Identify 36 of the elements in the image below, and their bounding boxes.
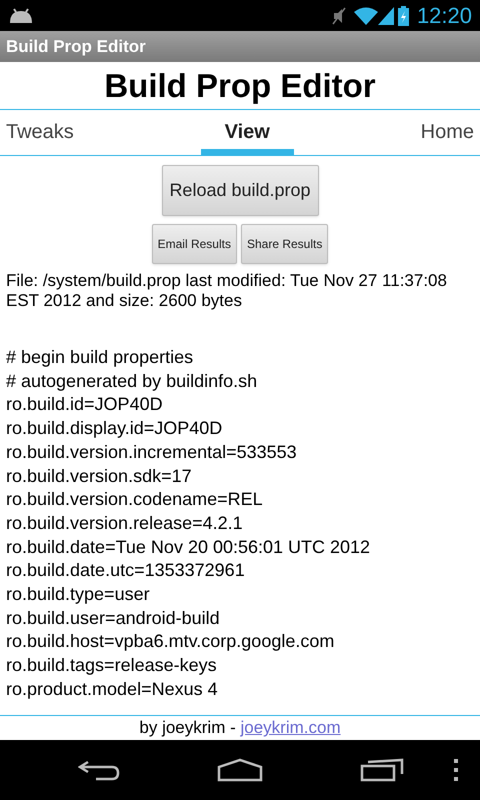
- back-icon[interactable]: [78, 759, 122, 781]
- app-title: Build Prop Editor: [6, 36, 146, 58]
- signal-icon: [378, 6, 394, 24]
- file-info-text: File: /system/build.prop last modified: Tue Nov 27 11:37:08 EST 2012 and size: 2600 bytes: [5, 271, 448, 311]
- property-line: ro.product.model=Nexus 4: [6, 678, 219, 701]
- property-line: ro.build.version.incremental=533553: [6, 440, 298, 464]
- header-title: Build Prop Editor: [104, 66, 376, 106]
- property-line: ro.build.host=vpba6.mtv.corp.google.com: [6, 630, 336, 654]
- home-icon[interactable]: [217, 758, 263, 782]
- property-line: ro.build.version.sdk=17: [6, 464, 193, 488]
- share-results-button[interactable]: Share Results: [240, 224, 328, 264]
- clock-time: 12:20: [416, 2, 472, 30]
- tab[interactable]: View: [200, 110, 294, 155]
- property-line: ro.build.id=JOP40D: [6, 393, 164, 416]
- tab[interactable]: Home: [414, 110, 480, 155]
- email-results-button[interactable]: Email Results: [152, 224, 237, 264]
- android-icon: [8, 8, 34, 24]
- property-line: ro.build.date=Tue Nov 20 00:56:01 UTC 2012: [6, 536, 372, 559]
- property-line: ro.build.type=user: [6, 583, 151, 606]
- reload-button[interactable]: Reload build.prop: [162, 165, 318, 216]
- property-line: ro.build.user=android-build: [6, 606, 221, 630]
- tab[interactable]: Tweaks: [0, 110, 80, 155]
- footer-text: by joeykrim - joeykrim.com: [139, 717, 341, 740]
- property-line: ro.build.date.utc=1353372961: [6, 559, 246, 582]
- property-line: ro.build.display.id=JOP40D: [6, 417, 224, 440]
- mute-icon: [332, 6, 346, 26]
- property-line: ro.build.version.release=4.2.1: [6, 512, 244, 535]
- property-line: # autogenerated by buildinfo.sh: [6, 370, 258, 393]
- battery-icon: [398, 6, 409, 26]
- wifi-icon: [354, 6, 378, 24]
- property-line: # begin build properties: [6, 346, 194, 369]
- property-line: ro.build.version.codename=REL: [6, 488, 264, 512]
- recent-apps-icon[interactable]: [360, 758, 404, 782]
- overflow-menu-icon[interactable]: [453, 758, 459, 782]
- property-line: ro.build.tags=release-keys: [6, 654, 218, 678]
- website-link[interactable]: joeykrim.com: [240, 718, 341, 738]
